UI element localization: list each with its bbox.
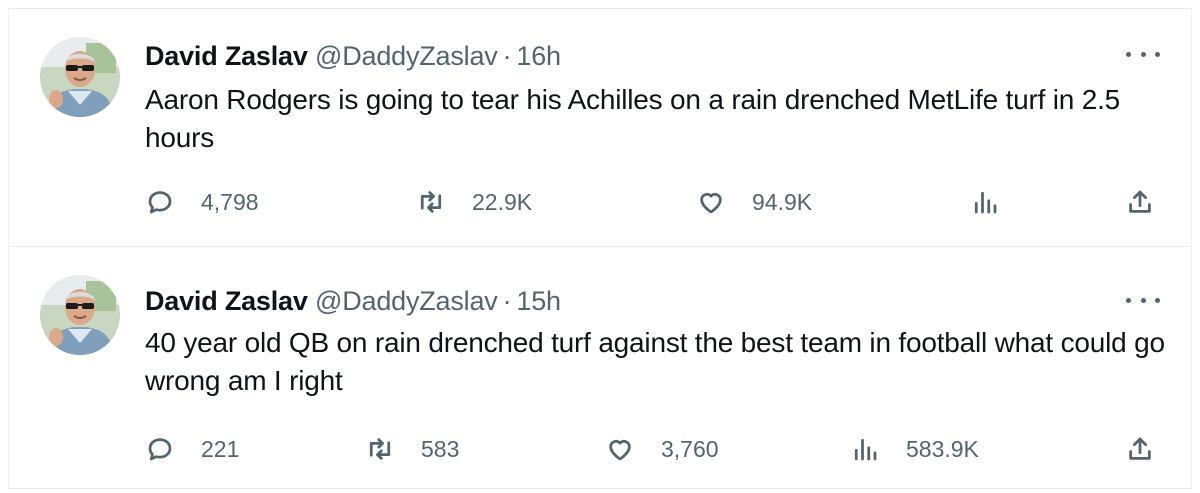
author-name[interactable]: David Zaslav xyxy=(145,286,308,316)
repost-button[interactable]: 22.9K xyxy=(416,185,532,219)
repost-icon xyxy=(369,438,391,460)
author-handle[interactable]: @DaddyZaslav xyxy=(315,286,498,316)
timestamp[interactable]: 15h xyxy=(516,286,561,316)
separator: · xyxy=(502,41,512,71)
tweet-actions: 4,798 22.9K 94.9K xyxy=(145,185,1160,219)
like-button[interactable]: 3,760 xyxy=(605,432,719,466)
tweet-header: David Zaslav @DaddyZaslav · 15h xyxy=(145,284,561,318)
reply-button[interactable]: 4,798 xyxy=(145,185,259,219)
views-icon xyxy=(854,438,877,461)
views-count: 583.9K xyxy=(906,435,979,462)
heart-icon xyxy=(700,193,722,214)
divider xyxy=(8,488,1192,489)
author-name[interactable]: David Zaslav xyxy=(145,41,308,71)
reply-icon xyxy=(148,191,172,214)
tweet-feed: David Zaslav @DaddyZaslav · 16h Aaron Rodg… xyxy=(0,0,1200,493)
views-icon xyxy=(974,191,997,214)
tweet-actions: 221 583 3,760 583.9K xyxy=(145,432,1160,466)
like-count: 3,760 xyxy=(661,435,719,462)
share-icon xyxy=(1129,437,1151,460)
reply-count: 221 xyxy=(201,435,240,462)
repost-count: 22.9K xyxy=(472,188,533,215)
like-count: 94.9K xyxy=(752,188,813,215)
share-button[interactable] xyxy=(1125,185,1155,219)
tweet-text: Aaron Rodgers is going to tear his Achil… xyxy=(145,84,1121,153)
tweet[interactable]: David Zaslav @DaddyZaslav · 15h 40 year ol… xyxy=(8,247,1192,488)
tweet-text: 40 year old QB on rain drenched turf aga… xyxy=(145,327,1165,396)
more-icon[interactable] xyxy=(1126,285,1160,315)
repost-icon xyxy=(420,191,442,213)
repost-count: 583 xyxy=(421,435,460,462)
views-button[interactable] xyxy=(970,185,1026,219)
separator: · xyxy=(502,286,512,316)
views-button[interactable]: 583.9K xyxy=(850,432,979,466)
share-icon xyxy=(1129,190,1151,213)
reply-icon xyxy=(148,438,172,461)
author-handle[interactable]: @DaddyZaslav xyxy=(315,41,498,71)
reply-button[interactable]: 221 xyxy=(145,432,239,466)
like-button[interactable]: 94.9K xyxy=(696,185,812,219)
repost-button[interactable]: 583 xyxy=(365,432,459,466)
share-button[interactable] xyxy=(1125,432,1155,466)
tweet[interactable]: David Zaslav @DaddyZaslav · 16h Aaron Rodg… xyxy=(8,9,1192,246)
avatar[interactable] xyxy=(40,275,120,355)
tweet-header: David Zaslav @DaddyZaslav · 16h xyxy=(145,39,561,73)
reply-count: 4,798 xyxy=(201,188,259,215)
more-icon[interactable] xyxy=(1126,39,1160,69)
heart-icon xyxy=(609,440,631,461)
avatar[interactable] xyxy=(40,37,120,117)
timestamp[interactable]: 16h xyxy=(516,41,561,71)
